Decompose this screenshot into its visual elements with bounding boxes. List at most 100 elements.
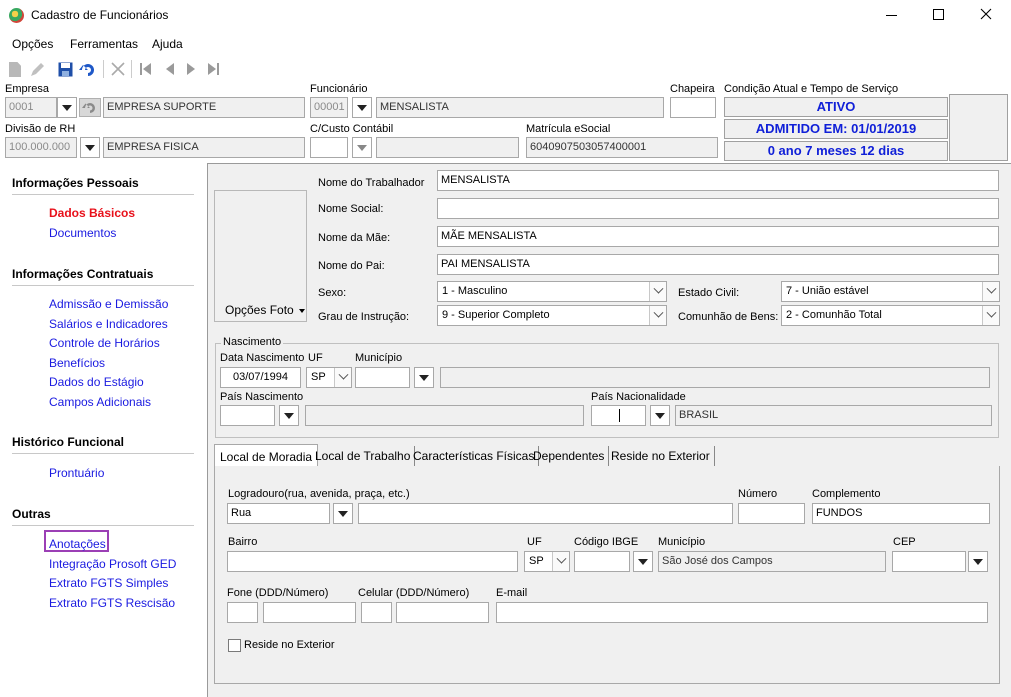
data-nascimento-field[interactable]: 03/07/1994 [220, 367, 301, 388]
reside-exterior-checkbox[interactable] [228, 639, 241, 652]
tab-caracteristicas[interactable]: Características Físicas [409, 446, 540, 466]
nome-mae-field[interactable]: MÃE MENSALISTA [437, 226, 999, 247]
complemento-label: Complemento [812, 488, 881, 500]
moradia-uf-label: UF [527, 536, 542, 548]
sidebar-item-beneficios[interactable]: Benefícios [49, 356, 105, 370]
data-nascimento-label: Data Nascimento [220, 352, 305, 364]
moradia-municipio-field: São José dos Campos [658, 551, 886, 572]
undo-icon[interactable] [79, 61, 99, 81]
tab-local-trabalho[interactable]: Local de Trabalho [311, 446, 416, 466]
chevron-down-icon [649, 282, 666, 301]
sidebar-item-prontuario[interactable]: Prontuário [49, 466, 104, 480]
grau-instrucao-select[interactable]: 9 - Superior Completo [437, 305, 667, 326]
new-icon[interactable] [9, 62, 21, 77]
celular-numero-field[interactable] [396, 602, 489, 623]
pais-nacionalidade-code-field[interactable] [591, 405, 646, 426]
menu-ajuda[interactable]: Ajuda [152, 37, 183, 51]
tab-reside-exterior[interactable]: Reside no Exterior [607, 446, 715, 466]
fone-numero-field[interactable] [263, 602, 356, 623]
reside-exterior-label: Reside no Exterior [244, 639, 335, 651]
sidebar-item-dados-basicos[interactable]: Dados Básicos [49, 206, 135, 220]
nasc-uf-select[interactable]: SP [306, 367, 352, 388]
sexo-value: 1 - Masculino [442, 285, 508, 297]
celular-ddd-field[interactable] [361, 602, 392, 623]
nome-trabalhador-field[interactable]: MENSALISTA [437, 170, 999, 191]
complemento-field[interactable]: FUNDOS [812, 503, 990, 524]
logradouro-tipo-dropdown[interactable] [333, 503, 353, 524]
tab-dependentes[interactable]: Dependentes [529, 446, 610, 466]
sidebar-item-fgts-simples[interactable]: Extrato FGTS Simples [49, 576, 168, 590]
pais-nacionalidade-dropdown[interactable] [650, 405, 670, 426]
divisao-code-field[interactable]: 100.000.000 [5, 137, 77, 158]
small-down-arrow-icon [299, 308, 306, 313]
sidebar-item-estagio[interactable]: Dados do Estágio [49, 375, 144, 389]
empresa-code-field[interactable]: 0001 [5, 97, 57, 118]
estado-civil-select[interactable]: 7 - União estável [781, 281, 1000, 302]
sidebar-item-anotacoes[interactable]: Anotações [49, 537, 106, 551]
tab-local-moradia[interactable]: Local de Moradia [214, 444, 319, 467]
sidebar-item-horarios[interactable]: Controle de Horários [49, 336, 160, 350]
chevron-down-icon [85, 144, 95, 151]
close-icon[interactable] [978, 6, 994, 22]
funcionario-code-field[interactable]: 00001 [310, 97, 348, 118]
sidebar-item-admissao[interactable]: Admissão e Demissão [49, 297, 168, 311]
chevron-down-icon [284, 412, 294, 419]
funcionario-dropdown[interactable] [352, 97, 372, 118]
sidebar-item-campos-adicionais[interactable]: Campos Adicionais [49, 395, 151, 409]
employee-photo-thumb [949, 94, 1008, 161]
sidebar-item-ged[interactable]: Integração Prosoft GED [49, 557, 176, 571]
next-record-icon[interactable] [186, 63, 196, 78]
save-icon[interactable] [58, 62, 73, 80]
nome-pai-field[interactable]: PAI MENSALISTA [437, 254, 999, 275]
cancel-icon[interactable] [110, 61, 126, 80]
logradouro-tipo-field[interactable]: Rua [227, 503, 330, 524]
logradouro-field[interactable] [358, 503, 733, 524]
ibge-field[interactable] [574, 551, 630, 572]
chevron-down-icon [638, 558, 648, 565]
edit-icon[interactable] [29, 61, 45, 81]
section-divider [12, 525, 194, 526]
cep-dropdown[interactable] [968, 551, 988, 572]
cep-label: CEP [893, 536, 916, 548]
bairro-field[interactable] [227, 551, 518, 572]
pais-nascimento-dropdown[interactable] [279, 405, 299, 426]
fone-ddd-field[interactable] [227, 602, 258, 623]
sexo-select[interactable]: 1 - Masculino [437, 281, 667, 302]
custo-code-field[interactable] [310, 137, 348, 158]
chapeira-field[interactable] [670, 97, 716, 118]
moradia-uf-select[interactable]: SP [524, 551, 570, 572]
last-record-icon[interactable] [207, 63, 219, 78]
empresa-refresh-icon[interactable] [79, 98, 101, 117]
cep-field[interactable] [892, 551, 966, 572]
prev-record-icon[interactable] [165, 63, 175, 78]
numero-label: Número [738, 488, 778, 500]
numero-field[interactable] [738, 503, 805, 524]
pais-nascimento-code-field[interactable] [220, 405, 275, 426]
sexo-label: Sexo: [318, 287, 347, 299]
nasc-municipio-code-field[interactable] [355, 367, 410, 388]
photo-options-button[interactable]: Opções Foto [225, 303, 306, 317]
nome-pai-label: Nome do Pai: [318, 260, 385, 272]
maximize-icon[interactable] [933, 9, 944, 20]
menu-opcoes[interactable]: Opções [12, 37, 53, 51]
email-field[interactable] [496, 602, 988, 623]
nasc-municipio-name-field [440, 367, 990, 388]
comunhao-select[interactable]: 2 - Comunhão Total [781, 305, 1000, 326]
chevron-down-icon [338, 510, 348, 517]
sidebar-item-salarios[interactable]: Salários e Indicadores [49, 317, 168, 331]
nome-social-field[interactable] [437, 198, 999, 219]
minimize-icon[interactable] [886, 15, 897, 16]
sidebar-item-documentos[interactable]: Documentos [49, 226, 116, 240]
ibge-dropdown[interactable] [633, 551, 653, 572]
sidebar-item-fgts-rescisao[interactable]: Extrato FGTS Rescisão [49, 596, 175, 610]
menu-bar: Opções Ferramentas Ajuda [0, 33, 1011, 55]
custo-dropdown[interactable] [352, 137, 372, 158]
divisao-dropdown[interactable] [80, 137, 100, 158]
menu-ferramentas[interactable]: Ferramentas [70, 37, 138, 51]
nasc-municipio-dropdown[interactable] [414, 367, 434, 388]
empresa-dropdown[interactable] [57, 97, 77, 118]
grau-instrucao-value: 9 - Superior Completo [442, 309, 550, 321]
custo-label: C/Custo Contábil [310, 123, 394, 135]
first-record-icon[interactable] [140, 63, 152, 78]
bairro-label: Bairro [228, 536, 258, 548]
